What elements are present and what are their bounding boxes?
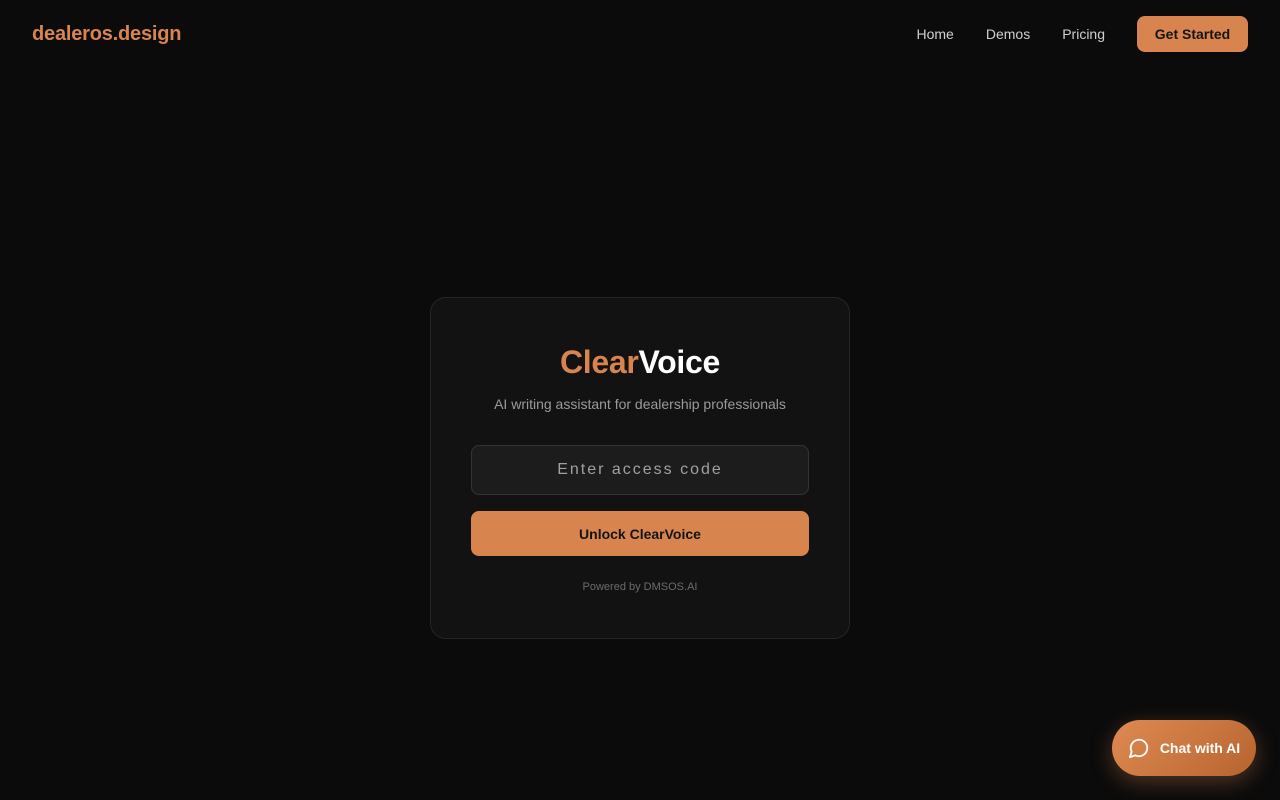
nav-link-demos[interactable]: Demos [986, 26, 1030, 42]
app-title-rest: Voice [638, 344, 721, 380]
main-nav: Home Demos Pricing Get Started [916, 16, 1248, 52]
nav-link-home[interactable]: Home [916, 26, 953, 42]
get-started-button[interactable]: Get Started [1137, 16, 1248, 52]
app-title-accent: Clear [559, 344, 639, 380]
app-subtitle: AI writing assistant for dealership prof… [494, 396, 786, 412]
app-title: ClearVoice [560, 342, 720, 382]
top-nav-bar: dealeros.design Home Demos Pricing Get S… [0, 0, 1280, 68]
chat-with-ai-button[interactable]: Chat with AI [1112, 720, 1256, 776]
access-card: ClearVoice AI writing assistant for deal… [430, 297, 850, 639]
access-code-input[interactable] [471, 445, 809, 495]
powered-by-text: Powered by DMSOS.AI [582, 581, 698, 593]
unlock-button[interactable]: Unlock ClearVoice [471, 511, 809, 556]
nav-link-pricing[interactable]: Pricing [1062, 26, 1105, 42]
chat-bubble-icon [1128, 737, 1150, 759]
page: dealeros.design Home Demos Pricing Get S… [0, 0, 1280, 800]
chat-button-label: Chat with AI [1159, 740, 1241, 756]
brand-logo[interactable]: dealeros.design [32, 23, 181, 46]
